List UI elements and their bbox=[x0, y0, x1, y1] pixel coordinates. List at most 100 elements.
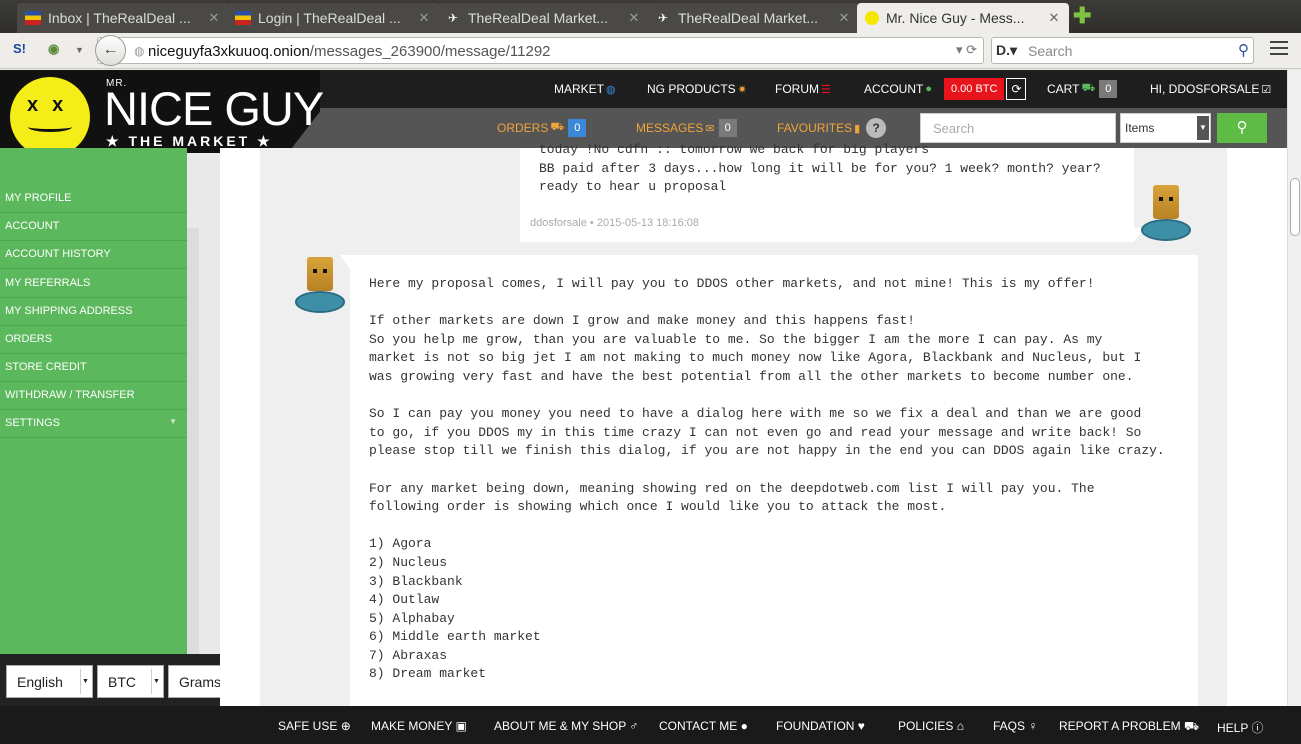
footer-safe-use[interactable]: SAFE USE ⊕ bbox=[278, 719, 351, 733]
envelope-icon: ✉ bbox=[705, 122, 715, 135]
user-icon: ● bbox=[925, 83, 932, 95]
search-category-select[interactable]: Items ▼ bbox=[1120, 113, 1211, 143]
footer-label: POLICIES bbox=[898, 719, 954, 733]
sidebar-item-my-referrals[interactable]: MY REFERRALS bbox=[0, 270, 187, 298]
sidebar-item-store-credit[interactable]: STORE CREDIT bbox=[0, 354, 187, 382]
language-select[interactable]: English ▼ bbox=[6, 665, 93, 698]
logo-subtitle-text: THE MARKET bbox=[128, 133, 251, 149]
footer-report-problem[interactable]: REPORT A PROBLEM ⛟ bbox=[1059, 719, 1199, 735]
btc-balance[interactable]: 0.00 BTC ⟳ bbox=[944, 70, 1027, 108]
nav-ng-products[interactable]: NG PRODUCTS ✷ bbox=[647, 70, 747, 108]
sidebar-item-account[interactable]: ACCOUNT bbox=[0, 213, 187, 241]
onion-icon[interactable]: ◉ bbox=[48, 41, 59, 57]
message-author[interactable]: ddosforsale bbox=[530, 217, 587, 229]
footer-about[interactable]: ABOUT ME & MY SHOP ♂ bbox=[494, 719, 638, 733]
site-search-input[interactable]: Search bbox=[920, 113, 1116, 143]
flag-icon bbox=[25, 11, 41, 25]
site-search-placeholder: Search bbox=[933, 121, 975, 136]
browser-tab[interactable]: ✈ TheRealDeal Market... ✕ bbox=[647, 3, 859, 33]
money-icon: ▣ bbox=[455, 719, 467, 733]
footer-foundation[interactable]: FOUNDATION ♥ bbox=[776, 719, 865, 733]
page-scrollbar[interactable] bbox=[1287, 70, 1301, 706]
tab-title: Inbox | TheRealDeal ... bbox=[48, 10, 191, 26]
flag-icon bbox=[235, 11, 251, 25]
search-icon: ⚲ bbox=[1236, 119, 1248, 136]
footer-faqs[interactable]: FAQS ♀ bbox=[993, 719, 1037, 733]
logo-smiley-icon[interactable]: xx bbox=[10, 77, 90, 157]
back-button[interactable]: ← bbox=[95, 35, 126, 66]
tab-title: TheRealDeal Market... bbox=[468, 10, 609, 26]
tab-title: TheRealDeal Market... bbox=[678, 10, 819, 26]
search-engine-icon[interactable]: D.▾ bbox=[996, 42, 1017, 59]
close-icon[interactable]: ✕ bbox=[837, 10, 851, 26]
footer-help[interactable]: HELP ⓘ bbox=[1217, 719, 1264, 736]
plane-icon: ✈ bbox=[447, 11, 459, 25]
cart-icon: ⛟ bbox=[1081, 82, 1096, 94]
close-icon[interactable]: ✕ bbox=[207, 10, 221, 26]
footer-contact[interactable]: CONTACT ME ● bbox=[659, 719, 748, 733]
sidebar-item-settings[interactable]: SETTINGS ▼ bbox=[0, 410, 187, 438]
lifebuoy-icon: ⊕ bbox=[340, 719, 351, 733]
list-icon: ☰ bbox=[821, 83, 831, 96]
new-tab-button[interactable]: ✚ bbox=[1073, 5, 1091, 27]
url-bar[interactable]: ← ◍ niceguyfa3xkuuoq.onion/messages_2639… bbox=[95, 35, 984, 66]
nav-cart[interactable]: CART ⛟ 0 bbox=[1047, 70, 1118, 108]
chevron-down-icon[interactable]: ▼ bbox=[75, 45, 84, 55]
sidebar-item-account-history[interactable]: ACCOUNT HISTORY bbox=[0, 241, 187, 269]
browser-search-box[interactable]: D.▾ Search ⚲ bbox=[991, 37, 1254, 64]
currency-select[interactable]: BTC ▼ bbox=[97, 665, 164, 698]
refresh-icon[interactable]: ⟳ bbox=[1006, 78, 1027, 100]
message-bubble-previous: today !No cdfn :: tomorrow we back for b… bbox=[520, 142, 1134, 242]
sidebar-item-withdraw[interactable]: WITHDRAW / TRANSFER bbox=[0, 382, 187, 410]
chevron-down-icon: ▼ bbox=[169, 417, 177, 426]
logo-title[interactable]: NICE GUY bbox=[104, 84, 324, 134]
close-icon[interactable]: ✕ bbox=[417, 10, 431, 26]
sidebar-scrollbar[interactable] bbox=[187, 228, 199, 654]
nav-greeting[interactable]: HI, DDOSFORSALE ☑ bbox=[1150, 70, 1271, 108]
browser-tab[interactable]: Inbox | TheRealDeal ... ✕ bbox=[17, 3, 229, 33]
footer-label: MAKE MONEY bbox=[371, 719, 453, 733]
search-icon[interactable]: ⚲ bbox=[1238, 41, 1249, 59]
footer-label: ABOUT ME & MY SHOP bbox=[494, 719, 627, 733]
browser-tab-active[interactable]: Mr. Nice Guy - Mess... ✕ bbox=[857, 3, 1069, 33]
search-placeholder: Search bbox=[1028, 43, 1073, 59]
reload-icon[interactable]: ▾ ⟳ bbox=[956, 42, 977, 58]
footer-make-money[interactable]: MAKE MONEY ▣ bbox=[371, 719, 467, 733]
url-path: /messages_263900/message/11292 bbox=[309, 43, 551, 60]
bank-icon: ⌂ bbox=[956, 719, 964, 733]
url-text[interactable]: niceguyfa3xkuuoq.onion/messages_263900/m… bbox=[148, 43, 551, 60]
user-greeting: HI, DDOSFORSALE bbox=[1150, 82, 1260, 96]
message-text: today !No cdfn :: tomorrow we back for b… bbox=[539, 142, 1101, 194]
close-icon[interactable]: ✕ bbox=[1047, 10, 1061, 26]
browser-tab[interactable]: Login | TheRealDeal ... ✕ bbox=[227, 3, 439, 33]
sidebar-item-label: MY PROFILE bbox=[5, 192, 72, 204]
sidebar-item-orders[interactable]: ORDERS bbox=[0, 326, 187, 354]
footer-label: SAFE USE bbox=[278, 719, 338, 733]
truck-icon: ⛟ bbox=[550, 121, 565, 133]
close-icon[interactable]: ✕ bbox=[627, 10, 641, 26]
scrollbar-thumb[interactable] bbox=[1290, 178, 1300, 236]
nav-cart-label: CART bbox=[1047, 82, 1080, 96]
help-icon[interactable]: ? bbox=[866, 118, 887, 138]
sidebar-item-shipping-address[interactable]: MY SHIPPING ADDRESS bbox=[0, 298, 187, 326]
nav-orders-label: ORDERS bbox=[497, 121, 549, 135]
footer-label: HELP bbox=[1217, 721, 1249, 735]
browser-tab[interactable]: ✈ TheRealDeal Market... ✕ bbox=[437, 3, 649, 33]
smiley-icon bbox=[865, 11, 879, 25]
footer-label: CONTACT ME bbox=[659, 719, 738, 733]
nav-market[interactable]: MARKET ◍ bbox=[554, 70, 616, 108]
footer-policies[interactable]: POLICIES ⌂ bbox=[898, 719, 964, 733]
tab-title: Login | TheRealDeal ... bbox=[258, 10, 401, 26]
sidebar-item-label: ORDERS bbox=[5, 333, 53, 345]
nav-account[interactable]: ACCOUNT ● bbox=[864, 70, 932, 108]
nav-forum[interactable]: FORUM ☰ bbox=[775, 70, 831, 108]
site-search-button[interactable]: ⚲ bbox=[1217, 113, 1267, 143]
sidebar-item-my-profile[interactable]: MY PROFILE bbox=[0, 185, 187, 213]
addon-icon[interactable]: S! bbox=[13, 41, 26, 56]
leaf-icon: ✷ bbox=[737, 83, 747, 96]
avatar[interactable] bbox=[295, 255, 345, 313]
avatar[interactable] bbox=[1141, 183, 1191, 241]
message-text: Here my proposal comes, I will pay you t… bbox=[369, 276, 1165, 682]
sidebar-item-label: MY SHIPPING ADDRESS bbox=[5, 305, 133, 317]
hamburger-menu-icon[interactable] bbox=[1270, 41, 1288, 59]
